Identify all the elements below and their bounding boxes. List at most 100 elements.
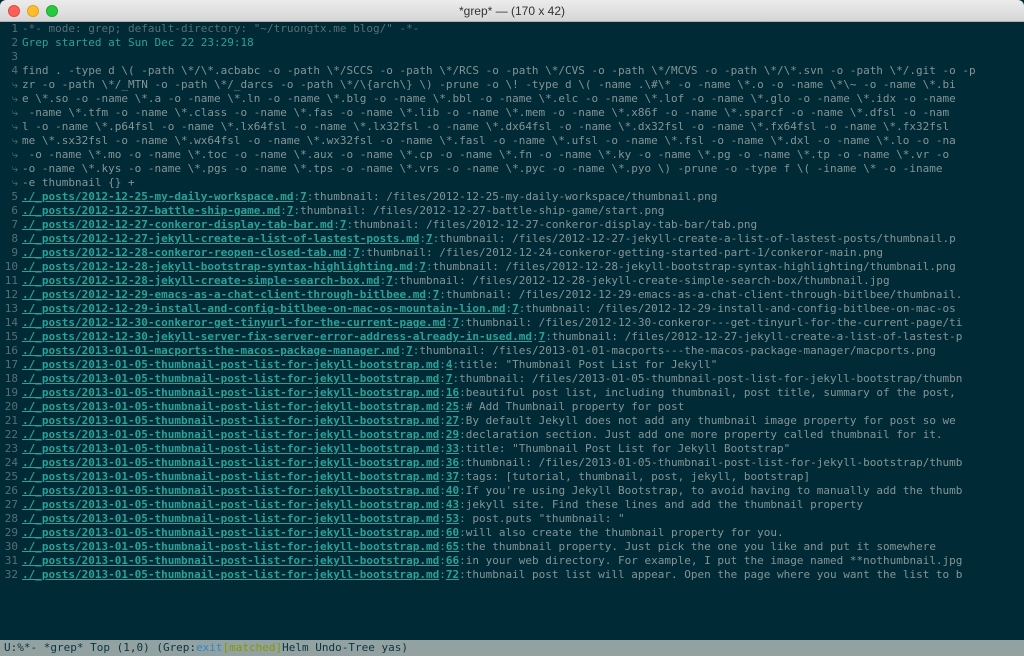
grep-result-line[interactable]: 29./_posts/2013-01-05-thumbnail-post-lis… xyxy=(0,526,1024,540)
grep-result-line[interactable]: 7./_posts/2012-12-27-conkeror-display-ta… xyxy=(0,218,1024,232)
result-linenum[interactable]: 16 xyxy=(446,386,459,399)
grep-result-line[interactable]: 10./_posts/2012-12-28-jekyll-bootstrap-s… xyxy=(0,260,1024,274)
result-file[interactable]: ./_posts/2012-12-30-conkeror-get-tinyurl… xyxy=(22,316,446,329)
result-file[interactable]: ./_posts/2013-01-01-macports-the-macos-p… xyxy=(22,344,400,357)
result-linenum[interactable]: 7 xyxy=(419,260,426,273)
grep-result-line[interactable]: 8./_posts/2012-12-27-jekyll-create-a-lis… xyxy=(0,232,1024,246)
result-file[interactable]: ./_posts/2013-01-05-thumbnail-post-list-… xyxy=(22,358,439,371)
grep-result-line[interactable]: 22./_posts/2013-01-05-thumbnail-post-lis… xyxy=(0,428,1024,442)
grep-result-line[interactable]: 31./_posts/2013-01-05-thumbnail-post-lis… xyxy=(0,554,1024,568)
result-file[interactable]: ./_posts/2012-12-27-conkeror-display-tab… xyxy=(22,218,333,231)
grep-result-line[interactable]: 28./_posts/2013-01-05-thumbnail-post-lis… xyxy=(0,512,1024,526)
grep-result-line[interactable]: 14./_posts/2012-12-30-conkeror-get-tinyu… xyxy=(0,316,1024,330)
result-file[interactable]: ./_posts/2013-01-05-thumbnail-post-list-… xyxy=(22,512,439,525)
result-file[interactable]: ./_posts/2013-01-05-thumbnail-post-list-… xyxy=(22,428,439,441)
grep-result-line[interactable]: 25./_posts/2013-01-05-thumbnail-post-lis… xyxy=(0,470,1024,484)
result-linenum[interactable]: 40 xyxy=(446,484,459,497)
result-file[interactable]: ./_posts/2013-01-05-thumbnail-post-list-… xyxy=(22,554,439,567)
result-file[interactable]: ./_posts/2013-01-05-thumbnail-post-list-… xyxy=(22,526,439,539)
result-linenum[interactable]: 37 xyxy=(446,470,459,483)
result-file[interactable]: ./_posts/2012-12-29-emacs-as-a-chat-clie… xyxy=(22,288,426,301)
modeline-right: Helm Undo-Tree yas) xyxy=(282,641,408,655)
result-file[interactable]: ./_posts/2012-12-27-battle-ship-game.md xyxy=(22,204,280,217)
grep-result-line[interactable]: 13./_posts/2012-12-29-install-and-config… xyxy=(0,302,1024,316)
line-number: 3 xyxy=(0,50,22,64)
grep-result-line[interactable]: 5./_posts/2012-12-25-my-daily-workspace.… xyxy=(0,190,1024,204)
result-file[interactable]: ./_posts/2013-01-05-thumbnail-post-list-… xyxy=(22,484,439,497)
result-text: thumbnail: /files/2012-12-29-install-and… xyxy=(525,302,955,315)
result-linenum[interactable]: 33 xyxy=(446,442,459,455)
result-text: thumbnail: /files/2013-01-05-thumbnail-p… xyxy=(466,456,963,469)
separator: : xyxy=(459,554,466,567)
find-command: l -o -name \*.p64fsl -o -name \*.lx64fsl… xyxy=(22,120,949,133)
grep-result-line[interactable]: 24./_posts/2013-01-05-thumbnail-post-lis… xyxy=(0,456,1024,470)
separator: : xyxy=(439,498,446,511)
result-text: thumbnail: /files/2012-12-24-conkeror-ge… xyxy=(366,246,883,259)
result-file[interactable]: ./_posts/2013-01-05-thumbnail-post-list-… xyxy=(22,470,439,483)
separator: : xyxy=(333,218,340,231)
grep-result-line[interactable]: 26./_posts/2013-01-05-thumbnail-post-lis… xyxy=(0,484,1024,498)
result-linenum[interactable]: 66 xyxy=(446,554,459,567)
result-file[interactable]: ./_posts/2013-01-05-thumbnail-post-list-… xyxy=(22,498,439,511)
result-file[interactable]: ./_posts/2013-01-05-thumbnail-post-list-… xyxy=(22,456,439,469)
result-linenum[interactable]: 65 xyxy=(446,540,459,553)
result-file[interactable]: ./_posts/2013-01-05-thumbnail-post-list-… xyxy=(22,540,439,553)
line-number: 7 xyxy=(0,218,22,232)
result-linenum[interactable]: 7 xyxy=(406,344,413,357)
result-file[interactable]: ./_posts/2012-12-28-jekyll-create-simple… xyxy=(22,274,380,287)
result-file[interactable]: ./_posts/2012-12-29-install-and-config-b… xyxy=(22,302,505,315)
result-linenum[interactable]: 7 xyxy=(426,232,433,245)
grep-result-line[interactable]: 30./_posts/2013-01-05-thumbnail-post-lis… xyxy=(0,540,1024,554)
result-linenum[interactable]: 7 xyxy=(512,302,519,315)
result-linenum[interactable]: 25 xyxy=(446,400,459,413)
result-linenum[interactable]: 7 xyxy=(300,190,307,203)
result-linenum[interactable]: 36 xyxy=(446,456,459,469)
result-linenum[interactable]: 27 xyxy=(446,414,459,427)
result-file[interactable]: ./_posts/2013-01-05-thumbnail-post-list-… xyxy=(22,568,439,581)
separator: : xyxy=(419,232,426,245)
line-number: 19 xyxy=(0,386,22,400)
result-file[interactable]: ./_posts/2013-01-05-thumbnail-post-list-… xyxy=(22,372,439,385)
grep-result-line[interactable]: 23./_posts/2013-01-05-thumbnail-post-lis… xyxy=(0,442,1024,456)
find-command: zr -o -path \*/_MTN -o -path \*/_darcs -… xyxy=(22,78,956,91)
result-linenum[interactable]: 7 xyxy=(386,274,393,287)
grep-result-line[interactable]: 6./_posts/2012-12-27-battle-ship-game.md… xyxy=(0,204,1024,218)
separator: : xyxy=(439,288,446,301)
line-number: 26 xyxy=(0,484,22,498)
mode-line: U:%*- *grep* Top (1,0) (Grep:exit [match… xyxy=(0,640,1024,656)
editor-buffer[interactable]: 1-*- mode: grep; default-directory: "~/t… xyxy=(0,22,1024,640)
result-linenum[interactable]: 7 xyxy=(340,218,347,231)
grep-result-line[interactable]: 17./_posts/2013-01-05-thumbnail-post-lis… xyxy=(0,358,1024,372)
grep-result-line[interactable]: 20./_posts/2013-01-05-thumbnail-post-lis… xyxy=(0,400,1024,414)
grep-result-line[interactable]: 27./_posts/2013-01-05-thumbnail-post-lis… xyxy=(0,498,1024,512)
result-linenum[interactable]: 7 xyxy=(287,204,294,217)
grep-result-line[interactable]: 21./_posts/2013-01-05-thumbnail-post-lis… xyxy=(0,414,1024,428)
result-text: thumbnail: /files/2012-12-27-conkeror-di… xyxy=(353,218,757,231)
separator: : xyxy=(459,400,466,413)
grep-result-line[interactable]: 11./_posts/2012-12-28-jekyll-create-simp… xyxy=(0,274,1024,288)
result-file[interactable]: ./_posts/2013-01-05-thumbnail-post-list-… xyxy=(22,414,439,427)
grep-result-line[interactable]: 19./_posts/2013-01-05-thumbnail-post-lis… xyxy=(0,386,1024,400)
result-file[interactable]: ./_posts/2013-01-05-thumbnail-post-list-… xyxy=(22,442,439,455)
result-file[interactable]: ./_posts/2012-12-27-jekyll-create-a-list… xyxy=(22,232,419,245)
result-text: thumbnail: /files/2012-12-28-jekyll-boot… xyxy=(433,260,956,273)
result-linenum[interactable]: 53 xyxy=(446,512,459,525)
result-file[interactable]: ./_posts/2013-01-05-thumbnail-post-list-… xyxy=(22,386,439,399)
grep-result-line[interactable]: 18./_posts/2013-01-05-thumbnail-post-lis… xyxy=(0,372,1024,386)
result-linenum[interactable]: 7 xyxy=(353,246,360,259)
grep-result-line[interactable]: 9./_posts/2012-12-28-conkeror-reopen-clo… xyxy=(0,246,1024,260)
result-linenum[interactable]: 29 xyxy=(446,428,459,441)
grep-result-line[interactable]: 32./_posts/2013-01-05-thumbnail-post-lis… xyxy=(0,568,1024,582)
grep-result-line[interactable]: 12./_posts/2012-12-29-emacs-as-a-chat-cl… xyxy=(0,288,1024,302)
grep-result-line[interactable]: 16./_posts/2013-01-01-macports-the-macos… xyxy=(0,344,1024,358)
grep-result-line[interactable]: 15./_posts/2012-12-30-jekyll-server-fix-… xyxy=(0,330,1024,344)
result-file[interactable]: ./_posts/2012-12-25-my-daily-workspace.m… xyxy=(22,190,294,203)
result-file[interactable]: ./_posts/2012-12-28-jekyll-bootstrap-syn… xyxy=(22,260,413,273)
result-linenum[interactable]: 43 xyxy=(446,498,459,511)
result-file[interactable]: ./_posts/2012-12-28-conkeror-reopen-clos… xyxy=(22,246,347,259)
result-file[interactable]: ./_posts/2012-12-30-jekyll-server-fix-se… xyxy=(22,330,532,343)
result-linenum[interactable]: 60 xyxy=(446,526,459,539)
result-file[interactable]: ./_posts/2013-01-05-thumbnail-post-list-… xyxy=(22,400,439,413)
result-linenum[interactable]: 72 xyxy=(446,568,459,581)
result-text: # Add Thumbnail property for post xyxy=(466,400,685,413)
